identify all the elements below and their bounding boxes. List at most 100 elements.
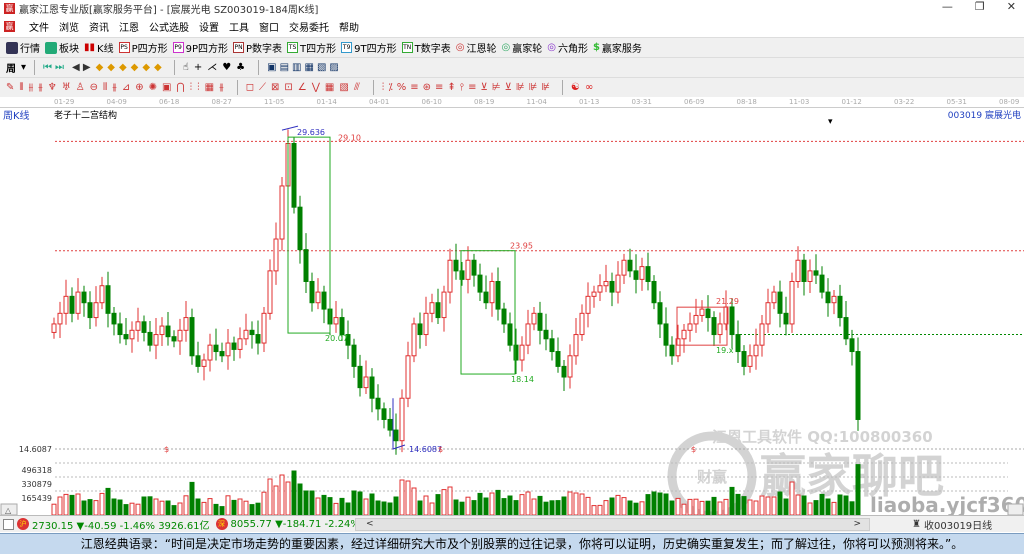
volume-tick: 165439: [21, 494, 52, 503]
yinyang-icon[interactable]: ☯: [571, 82, 580, 93]
candle: [75, 291, 81, 314]
prev-next-icons[interactable]: ◀ ▶: [72, 62, 91, 73]
draw-tool-icons[interactable]: ✎⫴⫵⫵♆♅♙⊖⫴⫵⊿⊕✺▣⋂⫶⫶▦⫵: [6, 82, 229, 93]
candle: [177, 329, 183, 342]
infinity-icon[interactable]: ∞: [585, 82, 593, 93]
gann-tool-icons[interactable]: ⫶⁒%≡⊛≡⇞⫯≡⊻⊭⊻⊯⊯⊯: [382, 82, 554, 93]
close-button[interactable]: ✕: [1007, 0, 1016, 13]
period-select[interactable]: 周: [6, 60, 16, 75]
tn-icon: TN: [401, 42, 413, 53]
chevron-down-icon[interactable]: ▾: [21, 62, 26, 73]
scroll-right-button[interactable]: >: [853, 519, 861, 529]
zoom-diamond-icons[interactable]: ◆◆◆◆◆◆: [96, 62, 166, 73]
tool-sector[interactable]: 板块: [45, 40, 79, 55]
volume-bar: [807, 502, 813, 515]
candle: [555, 351, 561, 367]
volume-bar: [291, 470, 297, 515]
tool-kline[interactable]: ▮▮ K线: [84, 40, 114, 55]
line-tool-icons[interactable]: ◻⟋⊠⊡∠⋁▦▧⫻: [246, 82, 365, 93]
pn-icon: PN: [233, 42, 245, 53]
menu-news[interactable]: 资讯: [89, 19, 109, 34]
dollar-marker: $: [164, 445, 169, 454]
volume-bar: [183, 495, 189, 515]
date-tick: 01-13: [579, 98, 600, 106]
candle: [201, 359, 207, 367]
tool-service[interactable]: $ 赢家服务: [593, 40, 642, 55]
watermark-text: 江恩工具软件 QQ:100800360: [712, 428, 933, 446]
candle: [273, 238, 279, 272]
tool-9p-square[interactable]: P9 9P四方形: [172, 40, 228, 55]
candle: [183, 317, 189, 331]
candle: [795, 259, 801, 282]
tool-winner-wheel[interactable]: ◎ 赢家轮: [501, 40, 542, 55]
volume-bar: [405, 480, 411, 515]
candle: [219, 351, 225, 357]
volume-bar: [477, 492, 483, 515]
menu-gann[interactable]: 江恩: [119, 19, 139, 34]
label: 板块: [59, 44, 79, 55]
menu-trade[interactable]: 交易委托: [289, 19, 329, 34]
candle: [483, 291, 489, 304]
tool-p-table[interactable]: PN P数字表: [233, 40, 282, 55]
candle: [621, 259, 627, 276]
candle: [69, 295, 75, 314]
dollar-marker: $: [691, 445, 696, 454]
volume-bar: [231, 499, 237, 515]
candle: [519, 344, 525, 361]
level-label: 19.x: [716, 346, 734, 355]
volume-bar: [729, 486, 735, 515]
candle: [147, 331, 153, 346]
wheel-icon: ◎: [501, 42, 511, 53]
candle: [333, 317, 339, 325]
calculator-icon[interactable]: [3, 518, 14, 530]
label: 江恩轮: [466, 44, 497, 55]
menu-window[interactable]: 窗口: [259, 19, 279, 34]
ps-icon: PS: [118, 42, 130, 53]
menu-formula[interactable]: 公式选股: [149, 19, 189, 34]
label: 行情: [20, 44, 40, 55]
tool-t-table[interactable]: TN T数字表: [401, 40, 451, 55]
volume-bar: [351, 490, 357, 515]
window-tool-icons[interactable]: ▣▤▥▦▧▨: [267, 62, 342, 73]
menu-browse[interactable]: 浏览: [59, 19, 79, 34]
tool-t-square[interactable]: TS T四方形: [287, 40, 336, 55]
candle: [303, 249, 309, 282]
drawing-toolbar: 周 ▾ ⏮⏭ ◀ ▶ ◆◆◆◆◆◆ ☝+⋌♥♣ ▣▤▥▦▧▨: [0, 57, 1024, 77]
volume-bar: [381, 501, 387, 515]
candle: [159, 325, 165, 336]
tool-gann-wheel[interactable]: ◎ 江恩轮: [456, 40, 497, 55]
dollar-marker: $: [438, 445, 443, 454]
candle: [573, 334, 579, 357]
cursor-tool-icons[interactable]: ☝+⋌♥♣: [183, 62, 250, 73]
tool-hexagon[interactable]: ◎ 六角形: [547, 40, 588, 55]
menu-settings[interactable]: 设置: [199, 19, 219, 34]
candle: [63, 295, 69, 314]
volume-bar: [705, 500, 711, 515]
menu-help[interactable]: 帮助: [339, 19, 359, 34]
dropdown-marker-icon[interactable]: ▾: [828, 117, 833, 127]
tool-9t-square[interactable]: T9 9T四方形: [341, 40, 397, 55]
horizontal-scrollbar[interactable]: < >: [355, 518, 870, 531]
volume-bar: [795, 494, 801, 515]
candle: [357, 365, 363, 389]
shanghai-index[interactable]: 2730.15 ▼-40.59 -1.46% 3926.61亿: [32, 517, 210, 532]
panel-scroll-button[interactable]: [1007, 503, 1024, 515]
menu-tools[interactable]: 工具: [229, 19, 249, 34]
minimize-button[interactable]: —: [942, 0, 953, 13]
kline-chart[interactable]: 周K线 老子十二宫结构 003019 宸展光电 ▾ 江恩工具软件 QQ:1008…: [0, 108, 1024, 515]
navigation-icons[interactable]: ⏮⏭: [43, 62, 67, 73]
candle: [153, 334, 159, 346]
tool-quotes[interactable]: 行情: [6, 40, 40, 55]
candle: [507, 323, 513, 346]
sector-icon: [45, 41, 57, 54]
candle: [435, 302, 441, 319]
maximize-button[interactable]: ❐: [975, 0, 985, 13]
candle: [813, 270, 819, 276]
volume-bar: [87, 499, 93, 515]
scroll-left-button[interactable]: <: [366, 519, 374, 529]
menu-file[interactable]: 文件: [29, 19, 49, 34]
candle: [501, 308, 507, 325]
volume-bar: [279, 474, 285, 515]
date-tick: 05-31: [946, 98, 967, 106]
tool-p-square[interactable]: PS P四方形: [118, 40, 168, 55]
